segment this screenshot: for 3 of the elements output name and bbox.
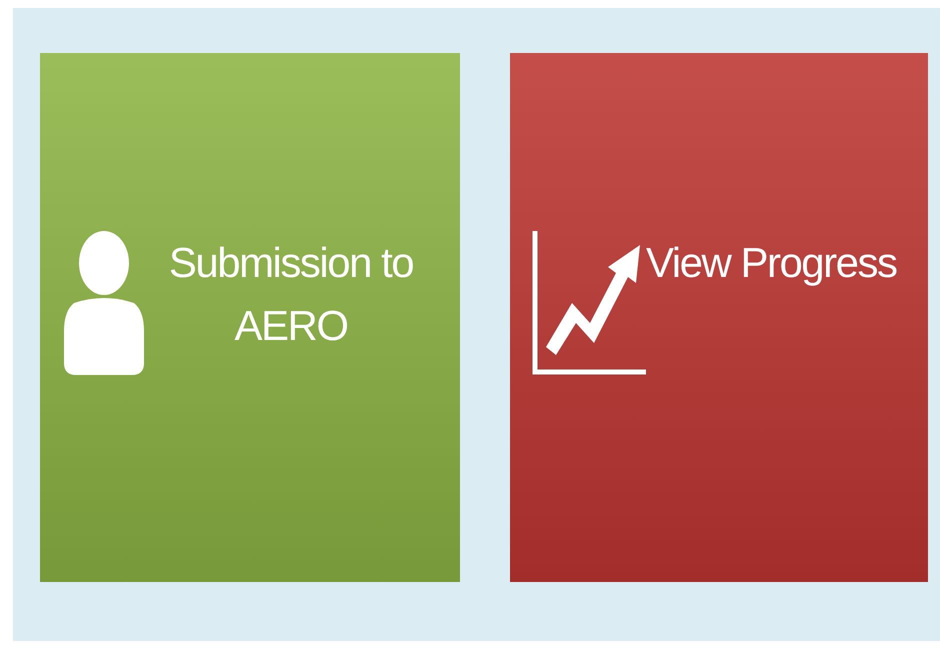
rising-chart-icon	[532, 230, 646, 374]
user-icon	[64, 230, 144, 374]
dashboard-tile[interactable]: View Progress	[510, 53, 928, 582]
